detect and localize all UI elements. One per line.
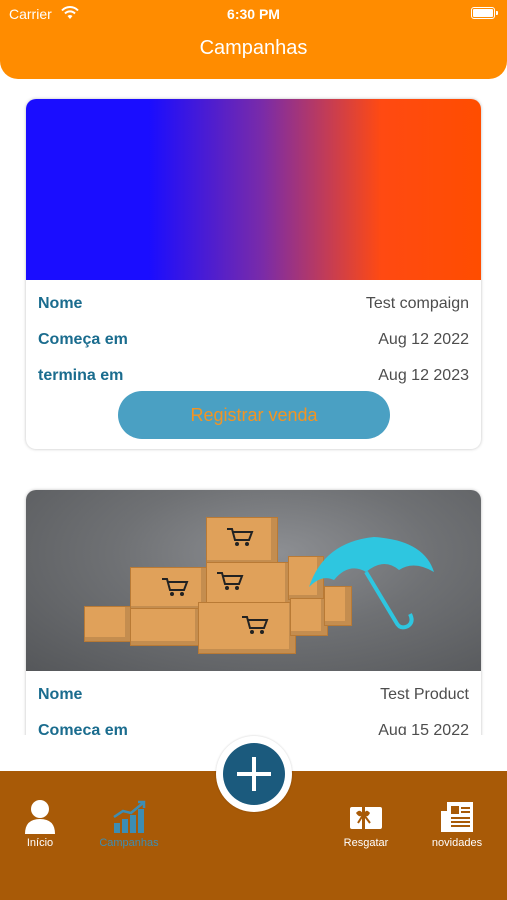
end-label: termina em (38, 367, 124, 384)
user-icon (25, 800, 55, 834)
start-value: Aug 12 2022 (378, 331, 469, 348)
name-label: Nome (38, 686, 83, 703)
campaign-card[interactable]: Nome Test Product Começa em Aug 15 2022 (26, 490, 481, 735)
gift-card-icon (350, 807, 382, 829)
cart-icon (227, 528, 254, 546)
add-button[interactable] (216, 736, 292, 812)
campaign-end-row: termina em Aug 12 2023 (38, 367, 469, 389)
chart-icon (113, 800, 146, 833)
newspaper-icon (441, 802, 473, 832)
campaign-list[interactable]: Nome Test compaign Começa em Aug 12 2022… (0, 79, 507, 735)
campaign-start-row: Começa em Aug 15 2022 (38, 722, 469, 735)
campaign-start-row: Começa em Aug 12 2022 (38, 331, 469, 353)
tab-label: Início (26, 837, 54, 849)
add-button-circle[interactable] (223, 743, 285, 805)
tab-label: novidades (431, 837, 483, 849)
register-sale-button[interactable]: Registrar venda (118, 391, 390, 439)
tab-novidades[interactable]: novidades (412, 799, 502, 849)
name-value: Test Product (380, 686, 469, 703)
tab-campanhas[interactable]: Campanhas (84, 799, 174, 849)
campaign-name-row: Nome Test compaign (38, 295, 469, 317)
campaign-name-row: Nome Test Product (38, 686, 469, 708)
status-time: 6:30 PM (227, 6, 280, 22)
umbrella-icon (309, 537, 434, 630)
tab-inicio[interactable]: Início (0, 799, 85, 849)
tab-label: Resgatar (343, 837, 389, 849)
campaign-banner-image (26, 99, 481, 280)
start-label: Começa em (38, 722, 128, 735)
campaign-banner-image (26, 490, 481, 671)
cart-icon (162, 578, 189, 596)
cart-icon (217, 572, 244, 590)
name-value: Test compaign (365, 295, 469, 312)
box-shape (84, 606, 132, 642)
battery-icon (471, 7, 498, 19)
end-value: Aug 12 2023 (378, 367, 469, 384)
tab-label: Campanhas (99, 837, 159, 849)
start-value: Aug 15 2022 (378, 722, 469, 735)
tab-resgatar[interactable]: Resgatar (321, 799, 411, 849)
header-bar: Carrier 6:30 PM Campanhas (0, 0, 507, 79)
box-shape (130, 608, 202, 646)
name-label: Nome (38, 295, 83, 312)
page-title: Campanhas (199, 37, 308, 59)
start-label: Começa em (38, 331, 128, 348)
plus-icon (237, 757, 271, 791)
campaign-card[interactable]: Nome Test compaign Começa em Aug 12 2022… (26, 99, 481, 449)
status-bar: Carrier 6:30 PM (0, 0, 507, 28)
cart-icon (242, 616, 269, 634)
